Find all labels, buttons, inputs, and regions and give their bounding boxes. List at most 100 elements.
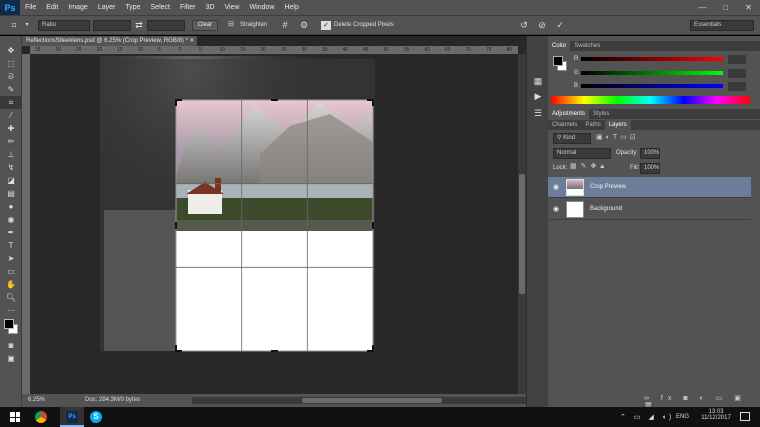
system-tray-icons[interactable]: ⌃ ▭ ◢ ◖) bbox=[620, 413, 674, 421]
cancel-icon[interactable]: ⊘ bbox=[536, 20, 548, 30]
chevron-down-icon[interactable]: ▾ bbox=[24, 20, 30, 30]
menu-file[interactable]: File bbox=[20, 0, 41, 15]
green-slider[interactable] bbox=[581, 71, 723, 75]
notifications-icon[interactable] bbox=[740, 412, 750, 421]
menu-help[interactable]: Help bbox=[279, 0, 303, 15]
actions-panel-icon[interactable]: ▶ bbox=[532, 91, 544, 101]
menu-filter[interactable]: Filter bbox=[175, 0, 201, 15]
swap-icon[interactable]: ⇄ bbox=[134, 20, 144, 30]
quick-mask-icon[interactable]: ◙ bbox=[0, 339, 22, 352]
blur-tool-icon[interactable]: ● bbox=[0, 200, 22, 213]
tab-swatches[interactable]: Swatches bbox=[570, 41, 604, 51]
ratio-select[interactable]: Ratio bbox=[38, 20, 90, 31]
more-tools-icon[interactable]: ··· bbox=[0, 304, 22, 317]
clear-button[interactable]: Clear bbox=[192, 20, 218, 31]
zoom-tool-icon[interactable]: 🔍︎ bbox=[0, 291, 22, 304]
eye-icon[interactable]: ◉ bbox=[553, 205, 559, 213]
layer-row-background[interactable]: ◉ Background bbox=[548, 199, 751, 220]
overlay-grid-icon[interactable]: # bbox=[279, 20, 291, 30]
eyedropper-tool-icon[interactable]: ⁄ bbox=[0, 109, 22, 122]
quick-select-tool-icon[interactable]: ✎ bbox=[0, 83, 22, 96]
horizontal-scrollbar[interactable] bbox=[192, 397, 532, 404]
document-tab[interactable]: ReflectionsStleeklens.psd @ 6.25% (Crop … bbox=[22, 36, 197, 46]
properties-panel-icon[interactable]: ☰ bbox=[532, 108, 544, 118]
path-select-tool-icon[interactable]: ➤ bbox=[0, 252, 22, 265]
move-tool-icon[interactable]: ✥ bbox=[0, 44, 22, 57]
history-panel-icon[interactable]: ▦ bbox=[532, 76, 544, 86]
crop-handle-left[interactable] bbox=[175, 222, 177, 229]
tab-paths[interactable]: Paths bbox=[581, 120, 604, 130]
red-slider[interactable] bbox=[581, 57, 723, 61]
clock[interactable]: 13:03 11/12/2017 bbox=[700, 409, 732, 421]
language-indicator[interactable]: ENG bbox=[676, 414, 689, 420]
menu-type[interactable]: Type bbox=[120, 0, 145, 15]
color-spectrum-bar[interactable] bbox=[551, 96, 750, 104]
menu-3d[interactable]: 3D bbox=[201, 0, 220, 15]
menu-layer[interactable]: Layer bbox=[93, 0, 121, 15]
layer-row-crop-preview[interactable]: ◉ Crop Preview bbox=[548, 177, 751, 198]
tab-styles[interactable]: Styles bbox=[589, 109, 613, 119]
minimize-button[interactable]: — bbox=[691, 0, 714, 15]
crop-handle-top[interactable] bbox=[271, 99, 278, 101]
healing-brush-tool-icon[interactable]: ✚ bbox=[0, 122, 22, 135]
crop-handle-bottom[interactable] bbox=[271, 350, 278, 352]
menu-window[interactable]: Window bbox=[245, 0, 280, 15]
blue-value-input[interactable] bbox=[728, 82, 746, 91]
close-button[interactable]: ✕ bbox=[737, 0, 760, 15]
layer-name[interactable]: Crop Preview bbox=[590, 184, 626, 190]
crop-tool-active-icon[interactable]: ⌗ bbox=[0, 96, 22, 109]
crop-canvas[interactable] bbox=[30, 54, 518, 394]
close-tab-icon[interactable]: ✕ bbox=[190, 38, 195, 44]
chrome-icon[interactable] bbox=[35, 411, 47, 423]
menu-edit[interactable]: Edit bbox=[41, 0, 63, 15]
lock-icons[interactable]: ▦✎✥🔒︎ bbox=[570, 162, 608, 171]
tab-color[interactable]: Color bbox=[548, 41, 571, 51]
skype-icon[interactable]: S bbox=[90, 411, 102, 423]
type-tool-icon[interactable]: T bbox=[0, 239, 22, 252]
screen-mode-icon[interactable]: ▣ bbox=[0, 352, 22, 365]
eraser-tool-icon[interactable]: ◪ bbox=[0, 174, 22, 187]
commit-checkmark-icon[interactable]: ✓ bbox=[554, 20, 566, 30]
height-input[interactable] bbox=[147, 20, 185, 31]
horizontal-scroll-thumb[interactable] bbox=[302, 398, 442, 403]
crop-handle-right[interactable] bbox=[372, 222, 374, 229]
blend-mode-select[interactable]: Normal bbox=[553, 148, 611, 159]
opacity-input[interactable]: 100% bbox=[640, 148, 660, 159]
gear-icon[interactable]: ⚙ bbox=[298, 20, 310, 30]
vertical-scroll-thumb[interactable] bbox=[519, 174, 525, 294]
reset-icon[interactable]: ↺ bbox=[518, 20, 530, 30]
marquee-tool-icon[interactable]: ⬚ bbox=[0, 57, 22, 70]
blue-slider[interactable] bbox=[581, 84, 723, 88]
layer-filter-icons[interactable]: ▣◐T▭⊡ bbox=[596, 133, 639, 141]
taskbar-photoshop[interactable]: Ps bbox=[60, 407, 84, 427]
pen-tool-icon[interactable]: ✒ bbox=[0, 226, 22, 239]
hand-tool-icon[interactable]: ✋ bbox=[0, 278, 22, 291]
maximize-button[interactable]: □ bbox=[714, 0, 737, 15]
windows-start-icon[interactable] bbox=[10, 412, 20, 422]
doc-size-info[interactable]: Doc: 284.3M/0 bytes bbox=[85, 397, 140, 403]
menu-view[interactable]: View bbox=[220, 0, 245, 15]
fill-input[interactable]: 100% bbox=[640, 163, 660, 174]
straighten-label[interactable]: Straighten bbox=[240, 20, 267, 30]
width-input[interactable] bbox=[93, 20, 131, 31]
menu-select[interactable]: Select bbox=[146, 0, 175, 15]
layer-filter-kind[interactable]: ⚲ Kind bbox=[553, 133, 591, 144]
crop-tool-icon[interactable]: ⌗ bbox=[8, 20, 20, 30]
menu-image[interactable]: Image bbox=[63, 0, 92, 15]
foreground-color-swatch[interactable] bbox=[4, 319, 14, 329]
layer-name[interactable]: Background bbox=[590, 206, 622, 212]
foreground-color-chip[interactable] bbox=[553, 56, 563, 66]
zoom-level[interactable]: 6.25% bbox=[28, 397, 45, 403]
rectangle-tool-icon[interactable]: ▭ bbox=[0, 265, 22, 278]
tab-layers[interactable]: Layers bbox=[604, 120, 631, 130]
color-swatches[interactable] bbox=[0, 317, 21, 339]
green-value-input[interactable] bbox=[728, 69, 746, 78]
workspace-select[interactable]: Essentials bbox=[690, 20, 754, 31]
lasso-tool-icon[interactable]: ᘐ bbox=[0, 70, 22, 83]
eye-icon[interactable]: ◉ bbox=[553, 183, 559, 191]
history-brush-tool-icon[interactable]: ↯ bbox=[0, 161, 22, 174]
straighten-icon[interactable]: ⊟ bbox=[225, 20, 237, 30]
tab-channels[interactable]: Channels bbox=[548, 120, 581, 130]
brush-tool-icon[interactable]: ✏ bbox=[0, 135, 22, 148]
tab-adjustments[interactable]: Adjustments bbox=[548, 109, 590, 119]
